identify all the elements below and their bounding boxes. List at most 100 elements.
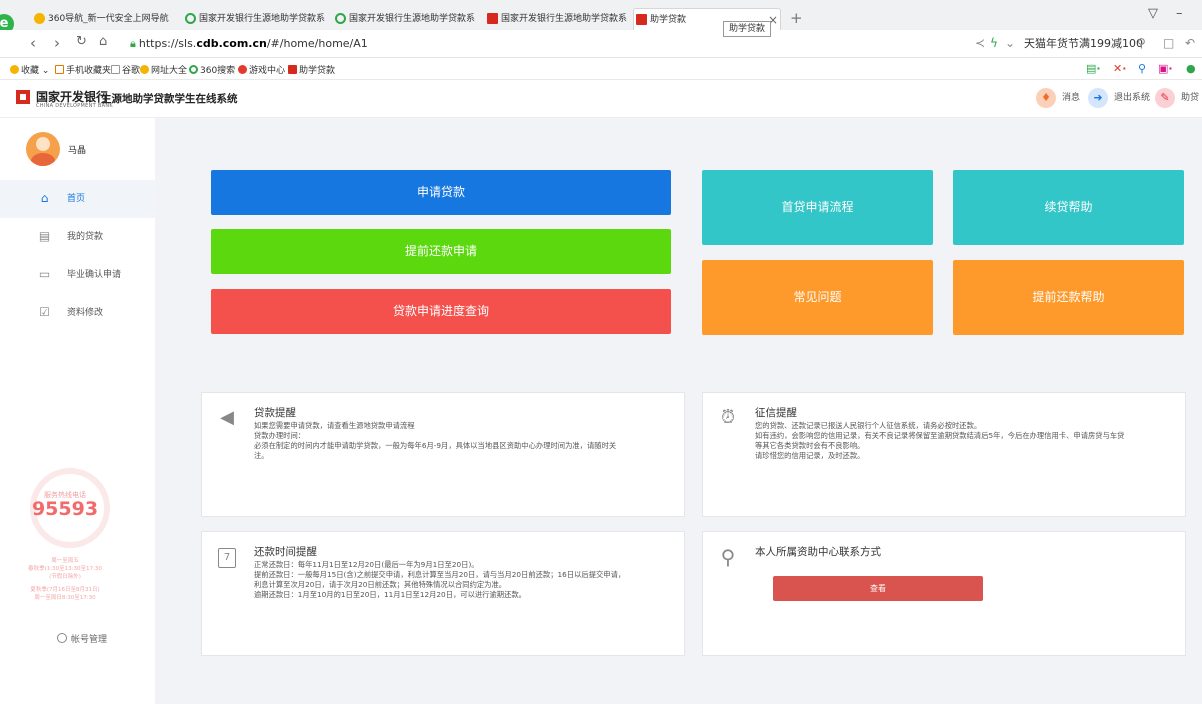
renewal-help-card[interactable]: 续贷帮助 <box>953 170 1184 245</box>
progress-query-button[interactable]: 贷款申请进度查询 <box>211 289 671 334</box>
lightning-icon[interactable]: ϟ <box>990 36 998 50</box>
browser-tab[interactable]: 国家开发银行生源地助学贷款系 <box>333 8 475 30</box>
alarm-clock-icon: ⏰︎ <box>720 407 736 428</box>
refresh-icon[interactable]: ↻ <box>76 34 87 49</box>
system-name: 生源地助学贷款学生在线系统 <box>101 93 238 105</box>
search-icon[interactable]: ⚲ <box>1137 36 1146 50</box>
credit-reminder-panel: ⏰︎ 征信提醒 您的贷款、还款记录已报送人民银行个人征信系统，请务必按时还款。 … <box>702 392 1186 517</box>
bell-icon: ♦ <box>1036 88 1056 108</box>
site-header: 国家开发银行 CHINA DEVELOPMENT BANK 生源地助学贷款学生在… <box>0 80 1202 118</box>
forward-icon[interactable]: › <box>54 34 60 52</box>
panel-title: 本人所属资助中心联系方式 <box>755 546 881 558</box>
edit-icon: ☑ <box>39 305 50 319</box>
user-circle-icon <box>57 633 67 643</box>
home-nav-icon[interactable]: ⌂ <box>99 34 107 49</box>
view-button[interactable]: 查看 <box>773 576 983 601</box>
hotline-hours: (节假日除外) <box>49 574 81 580</box>
first-loan-process-card[interactable]: 首贷申请流程 <box>702 170 933 245</box>
panel-text: 您的贷款、还款记录已报送人民银行个人征信系统，请务必按时还款。 如有违约，会影响… <box>755 421 1125 460</box>
user-name: 马晶 <box>68 146 87 156</box>
calendar-icon: 7 <box>218 548 236 568</box>
panel-text: 如果您需要申请贷款，请查看生源地贷款申请流程 贷款办理时间： 必须在制定的时间内… <box>254 421 617 460</box>
faq-card[interactable]: 常见问题 <box>702 260 933 335</box>
undo-icon[interactable]: ↶ <box>1185 36 1195 50</box>
minimize-icon[interactable]: – <box>1176 6 1183 21</box>
tab-favicon-icon <box>335 13 346 24</box>
share-icon[interactable]: ≺ <box>975 36 985 50</box>
bag-icon[interactable]: ▣· <box>1158 62 1173 75</box>
find-icon[interactable]: ⚲ <box>1138 62 1146 75</box>
loan-reminder-panel: ◀︎ 贷款提醒 如果您需要申请贷款，请查看生源地贷款申请流程 贷款办理时间： 必… <box>201 392 685 517</box>
cdb-logo-icon <box>16 90 30 104</box>
help-button[interactable]: ✎ 助贷 <box>1155 87 1199 109</box>
tab-favicon-icon <box>185 13 196 24</box>
contact-panel: ⚲ 本人所属资助中心联系方式 查看 <box>702 531 1186 656</box>
panel-text: 正常还款日：每年11月1日至12月20日(最后一年为9月1日至20日)。 提前还… <box>254 560 626 599</box>
early-repay-help-card[interactable]: 提前还款帮助 <box>953 260 1184 335</box>
document-icon: ▤ <box>38 229 51 243</box>
tab-favicon-icon <box>487 13 498 24</box>
early-repay-apply-button[interactable]: 提前还款申请 <box>211 229 671 274</box>
browser-tab-bar: e 360导航_新一代安全上网导航 国家开发银行生源地助学贷款系 国家开发银行生… <box>0 0 1202 34</box>
new-tab-plus-icon[interactable]: + <box>790 9 803 27</box>
hotline-hours: 春秋季(1:30至13:30至17:30 <box>28 566 102 572</box>
tools-icon[interactable]: ▤· <box>1086 62 1101 75</box>
address-bar: ‹ › ↻ ⌂ 🔒︎ https://sls.cdb.com.cn/#/home/… <box>0 30 1202 58</box>
bookmark-item[interactable]: 手机收藏夹 <box>55 63 111 76</box>
hotline-hours: 周一至周五 <box>51 558 79 564</box>
hotline-number: 95593 <box>31 498 99 520</box>
star-icon <box>10 65 19 74</box>
hotline-hours: 周一至周日8:30至17:30 <box>34 595 96 601</box>
sidebar-item-home[interactable]: ⌂ 首页 <box>0 180 155 218</box>
home-icon: ⌂ <box>40 191 49 205</box>
copy-icon[interactable]: □ <box>1163 36 1174 50</box>
lock-icon: 🔒︎ <box>130 37 136 50</box>
panel-title: 征信提醒 <box>755 407 797 419</box>
tab-favicon-icon <box>636 14 647 25</box>
bookmark-item[interactable]: 游戏中心 <box>238 63 285 76</box>
bookmark-item[interactable]: 360搜索 <box>189 63 235 76</box>
browser-tab[interactable]: 国家开发银行生源地助学贷款系 <box>183 8 325 30</box>
edit-icon: ✎ <box>1155 88 1175 108</box>
page-icon <box>111 65 120 74</box>
hotline-hours: 夏秋季(7月16日至8月31日) <box>30 587 100 593</box>
logout-button[interactable]: ➜ 退出系统 <box>1088 87 1150 109</box>
bookmark-item[interactable]: 助学贷款 <box>288 63 335 76</box>
sidebar: 马晶 ⌂ 首页 ▤ 我的贷款 ▭ 毕业确认申请 ☑ 资料修改 服务热线电话 95… <box>0 118 155 704</box>
bookmark-item[interactable]: 网址大全 <box>140 63 187 76</box>
logout-icon: ➜ <box>1088 88 1108 108</box>
repay-reminder-panel: 7 还款时间提醒 正常还款日：每年11月1日至12月20日(最后一年为9月1日至… <box>201 531 685 656</box>
game-icon <box>238 65 247 74</box>
cut-icon[interactable]: ✕· <box>1113 62 1126 75</box>
bookmark-item[interactable]: 谷歌 <box>111 63 140 76</box>
search-icon: ⚲ <box>720 545 736 569</box>
apply-loan-button[interactable]: 申请贷款 <box>211 170 671 215</box>
bookmarks-bar: 收藏 ⌄ 手机收藏夹 谷歌 网址大全 360搜索 游戏中心 助学贷款 ▤· ✕·… <box>0 58 1202 80</box>
window-menu-icon[interactable]: ▽ <box>1148 6 1158 21</box>
back-icon[interactable]: ‹ <box>30 34 36 52</box>
speaker-icon: ◀︎ <box>220 407 234 428</box>
panel-title: 还款时间提醒 <box>254 546 317 558</box>
monitor-icon: ▭ <box>38 267 51 281</box>
shield-icon[interactable]: ● <box>1186 62 1196 75</box>
folder-icon <box>55 65 64 74</box>
tab-favicon-icon <box>34 13 45 24</box>
sidebar-item-profile[interactable]: ☑ 资料修改 <box>0 294 155 332</box>
search-engine-icon <box>189 65 198 74</box>
panel-title: 贷款提醒 <box>254 407 296 419</box>
url-field[interactable]: 🔒︎ https://sls.cdb.com.cn/#/home/home/A1 <box>130 37 368 51</box>
sidebar-item-my-loans[interactable]: ▤ 我的贷款 <box>0 218 155 256</box>
navigation-icon <box>140 65 149 74</box>
sidebar-item-graduation[interactable]: ▭ 毕业确认申请 <box>0 256 155 294</box>
account-management-link[interactable]: 帐号管理 <box>57 632 107 645</box>
main-content: 申请贷款 提前还款申请 贷款申请进度查询 首贷申请流程 续贷帮助 常见问题 提前… <box>155 118 1202 704</box>
chevron-down-icon[interactable]: ⌄ <box>1005 36 1015 50</box>
browser-tab[interactable]: 360导航_新一代安全上网导航 <box>32 8 172 30</box>
loan-site-icon <box>288 65 297 74</box>
search-input[interactable]: 天猫年货节满199减100 <box>1020 35 1145 53</box>
browser-tab[interactable]: 国家开发银行生源地助学贷款系 <box>485 8 627 30</box>
avatar[interactable] <box>26 132 60 166</box>
messages-button[interactable]: ♦ 消息 <box>1036 87 1080 109</box>
bookmark-item[interactable]: 收藏 ⌄ <box>10 63 49 76</box>
tab-tooltip: 助学贷款 <box>723 21 772 37</box>
